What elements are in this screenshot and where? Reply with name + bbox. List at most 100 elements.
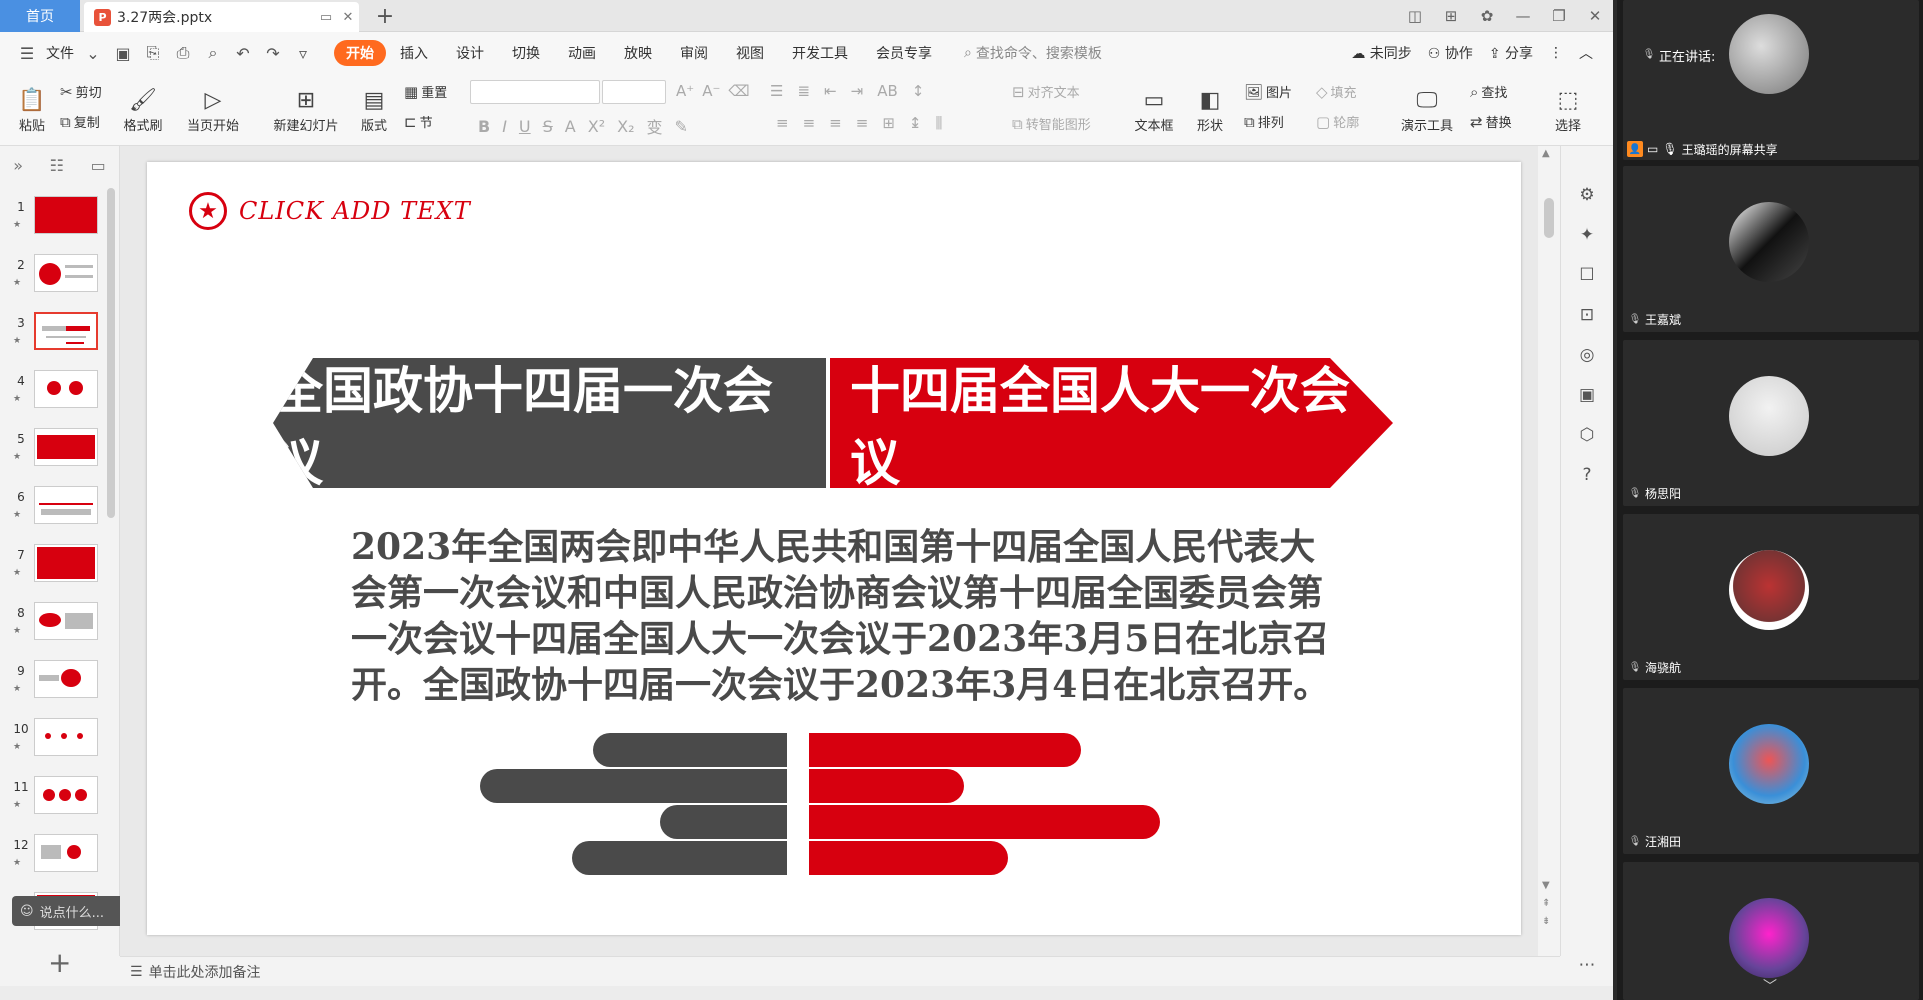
participant-tile[interactable]: 🎙 杨思阳 xyxy=(1623,340,1919,506)
outline-button[interactable]: ▢ 轮廓 xyxy=(1316,112,1359,132)
clear-format-icon[interactable]: ⌫ xyxy=(728,82,749,100)
paste-button[interactable]: 📋 粘贴 xyxy=(10,80,54,140)
justify-icon[interactable]: ≡ xyxy=(856,114,869,132)
slide-thumbnail[interactable]: 2 ★ xyxy=(0,250,110,300)
customize-icon[interactable]: ▿ xyxy=(292,42,314,64)
spacing-icon[interactable]: ↨ xyxy=(909,114,922,132)
participant-tile[interactable]: ﹀ xyxy=(1623,862,1919,1000)
fill-button[interactable]: ◇ 填充 xyxy=(1316,82,1357,102)
grid-icon[interactable]: ⊞ xyxy=(1433,0,1469,32)
help-icon[interactable]: ? xyxy=(1574,462,1600,488)
tab-document[interactable]: P 3.27两会.pptx ▭ ✕ xyxy=(84,2,359,32)
decrease-font-icon[interactable]: A⁻ xyxy=(702,82,720,100)
chevron-down-icon[interactable]: ﹀ xyxy=(1763,976,1777,996)
banner-cppcc[interactable]: 全国政协十四届一次会议 xyxy=(273,358,826,488)
export-icon[interactable]: ⎘ xyxy=(142,42,164,64)
decor-bar-grey[interactable] xyxy=(572,841,787,875)
layout-icon[interactable]: ◫ xyxy=(1397,0,1433,32)
image-icon[interactable]: ⊡ xyxy=(1574,302,1600,328)
smart-art-button[interactable]: ⧉ 转智能图形 xyxy=(1012,114,1091,134)
next-slide-icon[interactable]: ⇟ xyxy=(1542,916,1550,927)
decor-bar-grey[interactable] xyxy=(480,769,787,803)
slide-thumbnail[interactable]: 10 ★ xyxy=(0,714,110,764)
decor-bar-red[interactable] xyxy=(809,733,1081,767)
slide-thumbnail[interactable]: 6 ★ xyxy=(0,482,110,532)
align-center-icon[interactable]: ≡ xyxy=(803,114,816,132)
slide-header[interactable]: ★ CLICK ADD TEXT xyxy=(189,192,471,230)
slide-thumbnail[interactable]: 5 ★ xyxy=(0,424,110,474)
strikethrough-icon[interactable]: S xyxy=(543,117,553,136)
layout-button[interactable]: ▤ 版式 xyxy=(352,80,396,140)
scroll-down-icon[interactable]: ▼ xyxy=(1542,880,1550,891)
properties-icon[interactable]: ⚙ xyxy=(1574,182,1600,208)
collab-button[interactable]: ⚇ 协作 xyxy=(1428,43,1473,63)
save-icon[interactable]: ▣ xyxy=(112,42,134,64)
increase-indent-icon[interactable]: ⇥ xyxy=(851,82,864,100)
more-icon[interactable]: ⋮ xyxy=(1549,45,1563,61)
skin-icon[interactable]: ✿ xyxy=(1469,0,1505,32)
italic-icon[interactable]: I xyxy=(502,117,507,136)
align-right-icon[interactable]: ≡ xyxy=(829,114,842,132)
monitor-icon[interactable]: ▭ xyxy=(315,6,337,28)
tab-view[interactable]: 视图 xyxy=(722,40,778,66)
decor-bar-grey[interactable] xyxy=(660,805,787,839)
decor-bar-red[interactable] xyxy=(809,805,1160,839)
decor-bar-red[interactable] xyxy=(809,769,964,803)
close-tab-icon[interactable]: ✕ xyxy=(337,6,359,28)
participant-tile-sharer[interactable]: 🎙 正在讲话: 👤 ▭ 🎙 王璐瑶的屏幕共享 xyxy=(1623,0,1919,160)
columns-icon[interactable]: ⫼ xyxy=(935,114,942,132)
print-icon[interactable]: ⎙ xyxy=(172,42,194,64)
numbering-icon[interactable]: ≣ xyxy=(797,82,810,100)
slide-thumbnail[interactable]: 1 ★ xyxy=(0,192,110,242)
menu-icon[interactable]: ☰ xyxy=(16,42,38,64)
cube-icon[interactable]: ⬡ xyxy=(1574,422,1600,448)
replace-button[interactable]: ⇄ 替换 xyxy=(1470,112,1512,132)
decor-bar-red[interactable] xyxy=(809,841,1008,875)
add-slide-button[interactable]: + xyxy=(48,946,71,979)
tab-insert[interactable]: 插入 xyxy=(386,40,442,66)
copy-button[interactable]: ⧉ 复制 xyxy=(60,112,100,132)
cut-button[interactable]: ✂ 剪切 xyxy=(60,82,102,102)
sync-status[interactable]: ☁ 未同步 xyxy=(1351,43,1411,63)
pinyin-icon[interactable]: 变 xyxy=(647,114,663,138)
outline-view-icon[interactable]: ☷ xyxy=(50,156,64,175)
align-left-icon[interactable]: ≡ xyxy=(776,114,789,132)
decrease-indent-icon[interactable]: ⇤ xyxy=(824,82,837,100)
tab-review[interactable]: 审阅 xyxy=(666,40,722,66)
from-current-button[interactable]: ▷ 当页开始 xyxy=(180,80,246,140)
format-painter-button[interactable]: 🖌 格式刷 xyxy=(118,80,168,140)
redo-icon[interactable]: ↷ xyxy=(262,42,284,64)
select-button[interactable]: ⬚ 选择 xyxy=(1548,80,1588,140)
present-tools-button[interactable]: 🖵 演示工具 xyxy=(1392,80,1462,140)
close-window-icon[interactable]: ✕ xyxy=(1577,0,1613,32)
bold-icon[interactable]: B xyxy=(478,117,490,136)
preview-icon[interactable]: ⌕ xyxy=(202,42,224,64)
font-color-icon[interactable]: A xyxy=(565,117,576,136)
text-direction-icon[interactable]: AB xyxy=(877,82,898,100)
shapes-button[interactable]: ◧ 形状 xyxy=(1186,80,1234,140)
underline-icon[interactable]: U xyxy=(519,117,531,136)
distribute-icon[interactable]: ⊞ xyxy=(882,114,895,132)
expand-panel-icon[interactable]: » xyxy=(13,156,23,175)
tab-developer[interactable]: 开发工具 xyxy=(778,40,862,66)
command-search[interactable]: ⌕ 查找命令、搜索模板 xyxy=(964,43,1102,63)
file-menu[interactable]: 文件 xyxy=(46,43,74,63)
minimize-icon[interactable]: — xyxy=(1505,0,1541,32)
chat-icon[interactable]: ☐ xyxy=(1574,262,1600,288)
tab-slideshow[interactable]: 放映 xyxy=(610,40,666,66)
participant-tile[interactable]: 🎙 汪湘田 xyxy=(1623,688,1919,854)
current-slide[interactable]: ★ CLICK ADD TEXT 全国政协十四届一次会议 十四届全国人大一次会议… xyxy=(147,162,1521,935)
align-text-button[interactable]: ⊟ 对齐文本 xyxy=(1012,82,1080,102)
new-tab-button[interactable]: + xyxy=(372,3,398,29)
banner-npc[interactable]: 十四届全国人大一次会议 xyxy=(830,358,1393,488)
slide-thumbnail[interactable]: 7 ★ xyxy=(0,540,110,590)
font-size-select[interactable] xyxy=(602,80,666,104)
scroll-thumb[interactable] xyxy=(1544,198,1554,238)
slide-thumbnail[interactable]: 4 ★ xyxy=(0,366,110,416)
thumbnail-view-icon[interactable]: ▭ xyxy=(91,156,106,175)
arrange-button[interactable]: ⧉ 排列 xyxy=(1244,112,1284,132)
restore-icon[interactable]: ❐ xyxy=(1541,0,1577,32)
slide-body-text[interactable]: 2023年全国两会即中华人民共和国第十四届全国人民代表大会第一次会议和中国人民政… xyxy=(351,524,1341,708)
chevron-down-icon[interactable]: ⌄ xyxy=(82,42,104,64)
slide-thumbnail[interactable]: 11 ★ xyxy=(0,772,110,822)
